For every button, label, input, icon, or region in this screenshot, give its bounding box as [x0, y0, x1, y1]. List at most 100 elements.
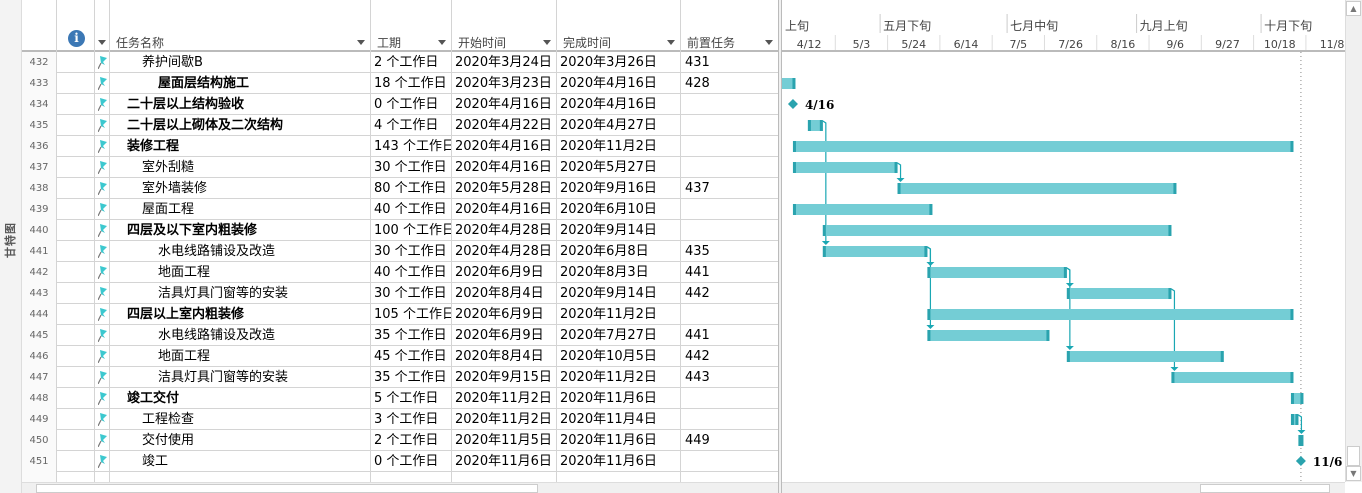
task-mode-cell[interactable] — [95, 52, 110, 73]
task-bar[interactable] — [1171, 372, 1294, 383]
task-name[interactable]: 屋面层结构施工 — [110, 73, 371, 94]
task-duration[interactable]: 0 个工作日 — [371, 94, 452, 115]
scroll-thumb[interactable] — [1347, 446, 1360, 466]
task-start[interactable]: 2020年3月24日 — [452, 52, 557, 73]
task-finish[interactable]: 2020年9月14日 — [557, 220, 681, 241]
header-duration[interactable]: 工期 — [371, 0, 452, 52]
vertical-scrollbar[interactable]: ▲ ▼ — [1345, 0, 1362, 482]
task-finish[interactable]: 2020年3月26日 — [557, 52, 681, 73]
task-duration[interactable]: 40 个工作日 — [371, 262, 452, 283]
task-duration[interactable]: 2 个工作日 — [371, 52, 452, 73]
table-row[interactable]: 448 竣工交付 5 个工作日 2020年11月2日 2020年11月6日 — [22, 388, 778, 409]
task-name[interactable]: 四层及以下室内粗装修 — [110, 220, 371, 241]
task-start[interactable]: 2020年4月28日 — [452, 220, 557, 241]
chevron-down-icon[interactable] — [98, 40, 106, 45]
task-finish[interactable]: 2020年4月16日 — [557, 73, 681, 94]
task-name[interactable]: 交付使用 — [110, 430, 371, 451]
task-start[interactable]: 2020年9月15日 — [452, 367, 557, 388]
task-finish[interactable]: 2020年9月14日 — [557, 283, 681, 304]
task-name[interactable]: 竣工 — [110, 451, 371, 472]
task-name[interactable]: 室外刮糙 — [110, 157, 371, 178]
task-finish[interactable]: 2020年8月3日 — [557, 262, 681, 283]
task-start[interactable]: 2020年5月28日 — [452, 178, 557, 199]
task-finish[interactable]: 2020年5月27日 — [557, 157, 681, 178]
task-bar[interactable] — [822, 246, 928, 257]
header-start[interactable]: 开始时间 — [452, 0, 557, 52]
table-row[interactable]: 445 水电线路铺设及改造 35 个工作日 2020年6月9日 2020年7月2… — [22, 325, 778, 346]
task-mode-cell[interactable] — [95, 451, 110, 472]
task-finish[interactable]: 2020年11月2日 — [557, 367, 681, 388]
header-task-name[interactable]: 任务名称 — [110, 0, 371, 52]
table-row[interactable]: 433 屋面层结构施工 18 个工作日 2020年3月23日 2020年4月16… — [22, 73, 778, 94]
task-duration[interactable]: 80 个工作日 — [371, 178, 452, 199]
timescale[interactable]: 上旬 五月下旬 七月中旬 九月上旬 十月下旬 4/12 5/3 5/24 6/14 7/5 7/26… — [782, 0, 1345, 52]
task-mode-cell[interactable] — [95, 178, 110, 199]
task-start[interactable]: 2020年11月2日 — [452, 409, 557, 430]
task-finish[interactable]: 2020年11月6日 — [557, 430, 681, 451]
task-start[interactable]: 2020年11月6日 — [452, 451, 557, 472]
task-finish[interactable]: 2020年10月5日 — [557, 346, 681, 367]
task-mode-cell[interactable] — [95, 136, 110, 157]
task-duration[interactable]: 40 个工作日 — [371, 199, 452, 220]
task-start[interactable]: 2020年6月9日 — [452, 262, 557, 283]
task-duration[interactable]: 35 个工作日 — [371, 325, 452, 346]
task-mode-cell[interactable] — [95, 409, 110, 430]
task-name[interactable]: 地面工程 — [110, 262, 371, 283]
task-start[interactable]: 2020年4月28日 — [452, 241, 557, 262]
table-row[interactable]: 432 养护间歇B 2 个工作日 2020年3月24日 2020年3月26日 4… — [22, 52, 778, 73]
header-predecessors[interactable]: 前置任务 — [681, 0, 778, 52]
task-name[interactable]: 屋面工程 — [110, 199, 371, 220]
task-duration[interactable]: 30 个工作日 — [371, 283, 452, 304]
chevron-down-icon[interactable] — [543, 40, 551, 45]
task-name[interactable]: 二十层以上砌体及二次结构 — [110, 115, 371, 136]
task-duration[interactable]: 143 个工作日 — [371, 136, 452, 157]
task-mode-cell[interactable] — [95, 94, 110, 115]
task-bar[interactable] — [1066, 351, 1224, 362]
task-mode-cell[interactable] — [95, 199, 110, 220]
task-name[interactable]: 地面工程 — [110, 346, 371, 367]
task-mode-cell[interactable] — [95, 283, 110, 304]
table-horizontal-scrollbar[interactable] — [22, 482, 778, 493]
task-predecessors[interactable] — [681, 388, 778, 409]
task-start[interactable]: 2020年4月16日 — [452, 199, 557, 220]
task-name[interactable]: 水电线路铺设及改造 — [110, 241, 371, 262]
task-mode-cell[interactable] — [95, 220, 110, 241]
task-predecessors[interactable] — [681, 115, 778, 136]
task-duration[interactable]: 18 个工作日 — [371, 73, 452, 94]
task-start[interactable]: 2020年6月9日 — [452, 304, 557, 325]
task-name[interactable]: 室外墙装修 — [110, 178, 371, 199]
task-start[interactable]: 2020年4月16日 — [452, 157, 557, 178]
task-predecessors[interactable] — [681, 136, 778, 157]
empty-row[interactable] — [22, 472, 778, 482]
task-mode-cell[interactable] — [95, 241, 110, 262]
task-start[interactable]: 2020年11月2日 — [452, 388, 557, 409]
table-row[interactable]: 449 工程检查 3 个工作日 2020年11月2日 2020年11月4日 — [22, 409, 778, 430]
table-row[interactable]: 442 地面工程 40 个工作日 2020年6月9日 2020年8月3日 441 — [22, 262, 778, 283]
task-duration[interactable]: 5 个工作日 — [371, 388, 452, 409]
table-row[interactable]: 435 二十层以上砌体及二次结构 4 个工作日 2020年4月22日 2020年… — [22, 115, 778, 136]
task-finish[interactable]: 2020年6月8日 — [557, 241, 681, 262]
task-mode-cell[interactable] — [95, 430, 110, 451]
table-row[interactable]: 438 室外墙装修 80 个工作日 2020年5月28日 2020年9月16日 … — [22, 178, 778, 199]
task-predecessors[interactable]: 443 — [681, 367, 778, 388]
task-bar[interactable] — [927, 309, 1294, 320]
task-start[interactable]: 2020年6月9日 — [452, 325, 557, 346]
header-indicators[interactable]: i — [57, 0, 95, 52]
task-start[interactable]: 2020年8月4日 — [452, 346, 557, 367]
task-duration[interactable]: 45 个工作日 — [371, 346, 452, 367]
gantt-horizontal-scrollbar[interactable] — [782, 482, 1345, 493]
task-start[interactable]: 2020年4月16日 — [452, 136, 557, 157]
task-finish[interactable]: 2020年4月16日 — [557, 94, 681, 115]
task-mode-cell[interactable] — [95, 262, 110, 283]
task-predecessors[interactable]: 441 — [681, 325, 778, 346]
task-name[interactable]: 洁具灯具门窗等的安装 — [110, 367, 371, 388]
chevron-down-icon[interactable] — [357, 40, 365, 45]
task-predecessors[interactable]: 449 — [681, 430, 778, 451]
header-finish[interactable]: 完成时间 — [557, 0, 681, 52]
chevron-down-icon[interactable] — [667, 40, 675, 45]
task-mode-cell[interactable] — [95, 325, 110, 346]
milestone-diamond[interactable] — [787, 99, 798, 109]
table-row[interactable]: 444 四层以上室内粗装修 105 个工作日 2020年6月9日 2020年11… — [22, 304, 778, 325]
gantt-scroll-thumb[interactable] — [1200, 484, 1330, 493]
task-duration[interactable]: 30 个工作日 — [371, 241, 452, 262]
